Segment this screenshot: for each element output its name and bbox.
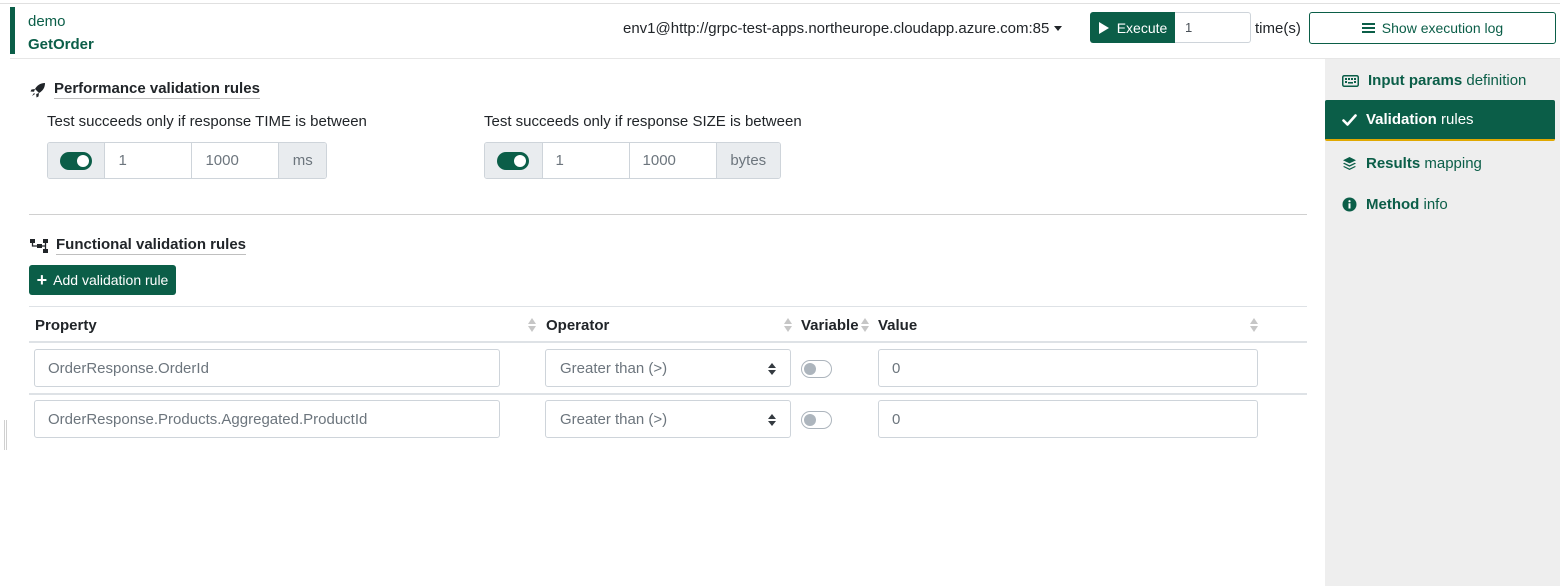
check-icon (1342, 113, 1357, 126)
add-rule-label: Add validation rule (53, 272, 169, 288)
sidebar-item-rest: mapping (1420, 155, 1482, 172)
column-header-value[interactable]: Value (878, 317, 917, 334)
sidebar-item-rest: info (1419, 196, 1448, 213)
method-title: GetOrder (28, 36, 94, 53)
sidebar-item-bold: Method (1366, 196, 1420, 213)
sitemap-icon (30, 238, 48, 253)
sidebar-item-rest: definition (1462, 72, 1527, 89)
variable-switch[interactable] (801, 411, 832, 429)
size-range-group: bytes (484, 142, 781, 179)
functional-section-label: Functional validation rules (56, 236, 247, 255)
functional-section-title: Functional validation rules (30, 236, 247, 255)
sidebar-item-results-mapping[interactable]: Results mapping (1325, 143, 1555, 184)
sort-icon[interactable] (1250, 318, 1259, 333)
size-rule-label: Test succeeds only if response SIZE is b… (484, 113, 802, 130)
sidebar-item-method-info[interactable]: Method info (1325, 184, 1555, 225)
sidebar-item-input-params[interactable]: Input params definition (1325, 60, 1555, 101)
time-unit: ms (279, 143, 326, 178)
show-log-label: Show execution log (1381, 20, 1504, 36)
execute-count-input[interactable] (1175, 12, 1251, 43)
select-arrows-icon (768, 363, 776, 375)
time-rule-switch[interactable] (60, 151, 93, 170)
sort-icon[interactable] (861, 318, 870, 333)
column-header-variable[interactable]: Variable (801, 317, 859, 334)
performance-section-title: Performance validation rules (30, 80, 260, 99)
list-icon (1361, 22, 1375, 34)
resize-handle[interactable] (4, 420, 7, 450)
time-range-group: ms (47, 142, 327, 179)
size-unit: bytes (716, 143, 780, 178)
execute-button[interactable]: Execute (1090, 12, 1176, 43)
time-toggle-cell (48, 143, 106, 178)
table-header-border (29, 341, 1307, 343)
select-arrows-icon (768, 414, 776, 426)
size-max-input[interactable] (629, 143, 717, 178)
info-icon (1342, 197, 1357, 212)
sort-icon[interactable] (784, 318, 793, 333)
sidebar-item-bold: Input params (1368, 72, 1463, 89)
caret-down-icon (1054, 26, 1063, 31)
play-icon (1098, 21, 1109, 34)
sidebar-item-bold: Results (1366, 155, 1421, 172)
property-input[interactable]: OrderResponse.OrderId (34, 349, 500, 387)
sidebar-item-validation-rules[interactable]: Validation rules (1325, 100, 1555, 141)
section-divider (29, 214, 1307, 215)
sidebar-item-bold: Validation (1366, 111, 1437, 128)
sidebar-item-rest: rules (1436, 111, 1474, 128)
operator-select[interactable]: Greater than (>) (545, 349, 791, 387)
variable-switch[interactable] (801, 360, 832, 378)
size-min-input[interactable] (542, 143, 630, 178)
operator-value: Greater than (>) (560, 359, 668, 377)
property-input[interactable]: OrderResponse.Products.Aggregated.Produc… (34, 400, 500, 438)
size-toggle-cell (485, 143, 543, 178)
operator-select[interactable]: Greater than (>) (545, 400, 791, 438)
keyboard-icon (1342, 74, 1359, 87)
operator-value: Greater than (>) (560, 410, 668, 428)
time-max-input[interactable] (192, 143, 280, 178)
table-top-border (29, 306, 1307, 307)
top-border (0, 3, 1560, 4)
environment-label: env1@http://grpc-test-apps.northeurope.c… (623, 20, 1050, 37)
breadcrumb-parent[interactable]: demo (28, 13, 66, 30)
rocket-icon (30, 82, 45, 97)
execute-label: Execute (1116, 19, 1168, 36)
column-header-operator[interactable]: Operator (546, 317, 609, 334)
layers-icon (1343, 157, 1356, 170)
performance-section-label: Performance validation rules (54, 80, 260, 99)
method-accent-bar (10, 7, 15, 54)
time-rule-label: Test succeeds only if response TIME is b… (47, 113, 367, 130)
column-header-property[interactable]: Property (35, 317, 97, 334)
add-validation-rule-button[interactable]: + Add validation rule (29, 265, 176, 295)
times-suffix: time(s) (1255, 20, 1301, 37)
environment-dropdown[interactable]: env1@http://grpc-test-apps.northeurope.c… (623, 20, 1063, 37)
plus-icon: + (36, 270, 48, 290)
time-min-input[interactable] (105, 143, 193, 178)
show-execution-log-button[interactable]: Show execution log (1309, 12, 1556, 44)
value-input[interactable]: 0 (878, 400, 1258, 438)
size-rule-switch[interactable] (497, 151, 530, 170)
sort-icon[interactable] (528, 318, 537, 333)
row-divider (29, 393, 1307, 395)
value-input[interactable]: 0 (878, 349, 1258, 387)
